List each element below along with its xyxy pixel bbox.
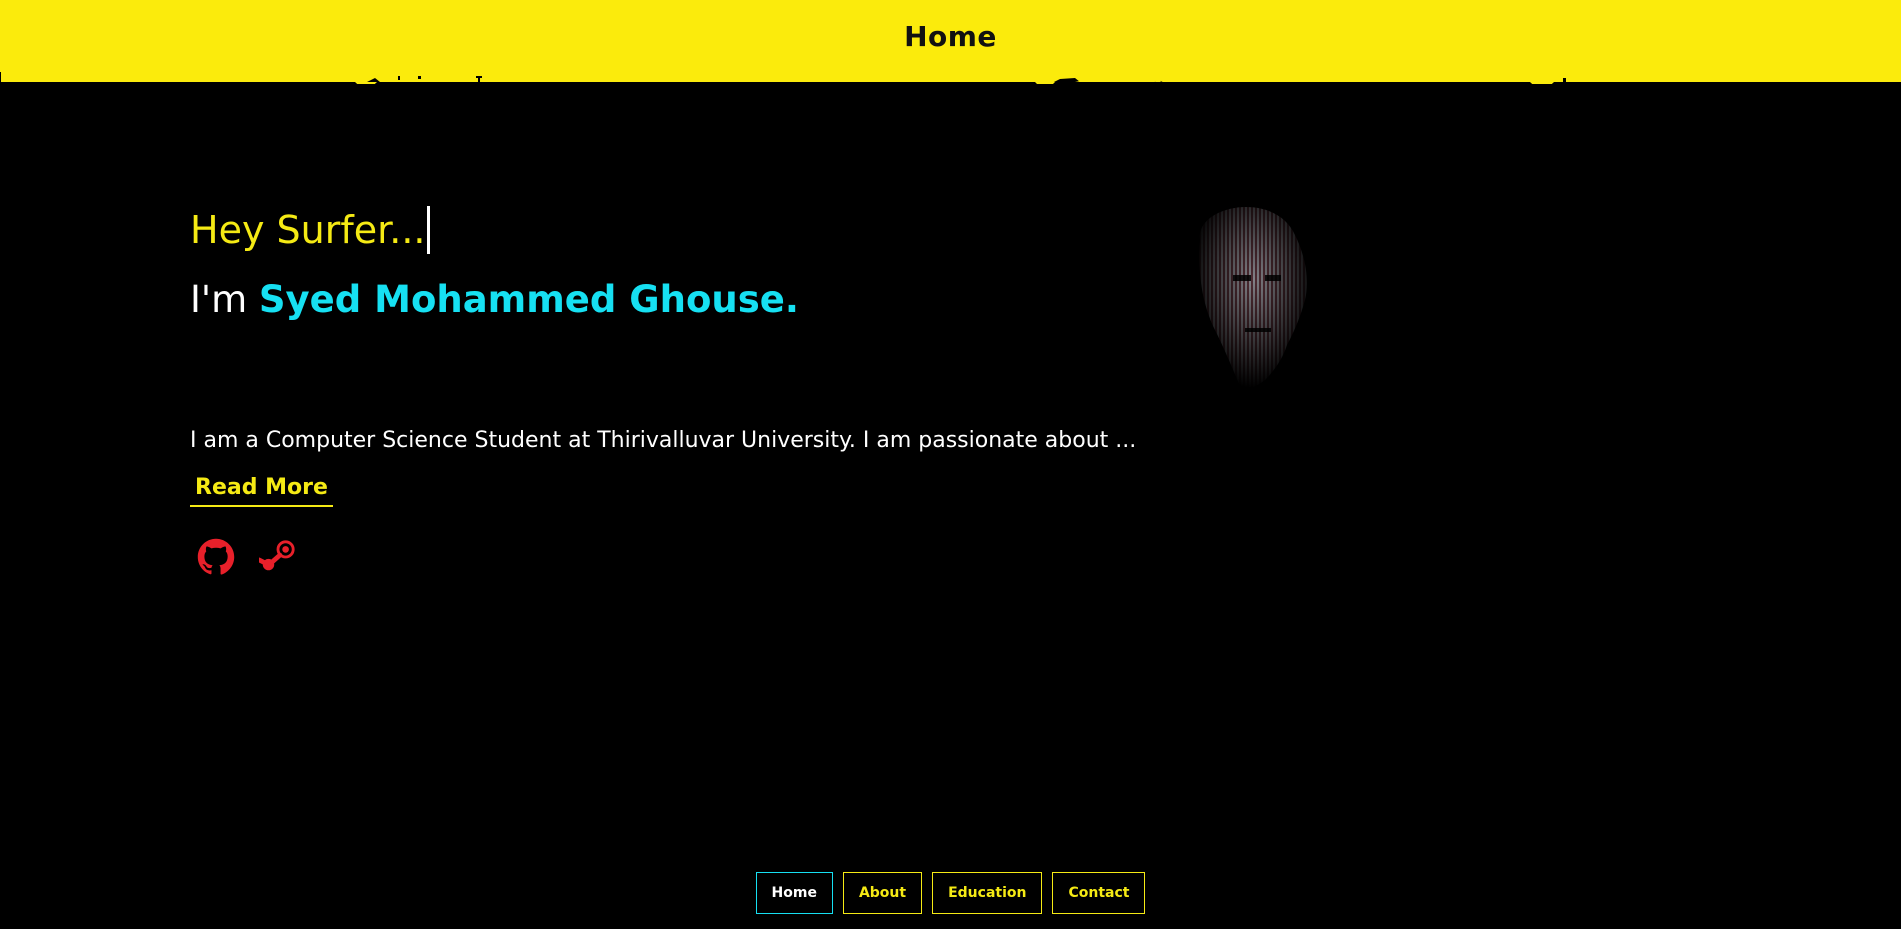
nav-education-button[interactable]: Education [932,872,1043,914]
social-links [197,538,297,576]
page: Home Hey Surfer... I'm Syed Mohammed Gho… [0,0,1901,929]
page-title: Home [904,20,997,53]
top-banner: Home [0,0,1901,84]
bio-text: I am a Computer Science Student at Thiri… [190,428,1137,453]
steam-icon[interactable] [259,538,297,576]
nav-home-button[interactable]: Home [755,872,833,914]
github-icon[interactable] [197,538,235,576]
profile-portrait [1125,180,1375,430]
nav-about-button[interactable]: About [842,872,923,914]
bottom-nav: Home About Education Contact [0,872,1901,914]
greeting-text: Hey Surfer... [190,208,426,252]
read-more-link[interactable]: Read More [190,473,333,507]
owner-name: Syed Mohammed Ghouse. [258,278,799,321]
greeting-heading: Hey Surfer... [190,206,431,254]
nav-contact-button[interactable]: Contact [1052,872,1146,914]
typing-cursor [427,206,431,254]
intro-prefix: I'm [190,278,259,321]
intro-heading: I'm Syed Mohammed Ghouse. [190,278,799,321]
